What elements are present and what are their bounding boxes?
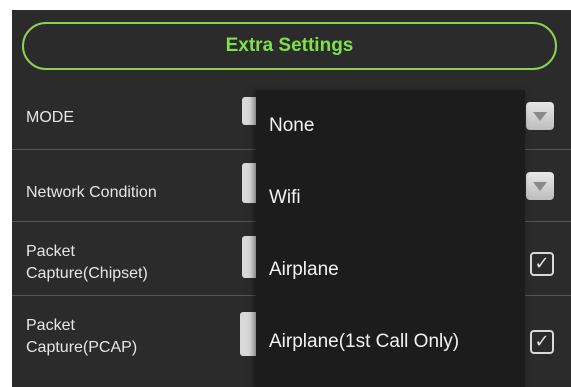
- header-title: Extra Settings: [225, 35, 354, 56]
- screen: Extra Settings MODE Network Condition Pa…: [0, 0, 571, 387]
- packet-capture-pcap-checkbox[interactable]: ✓: [530, 330, 554, 354]
- mode-dropdown-menu: None Wifi Airplane Airplane(1st Call Onl…: [256, 90, 525, 387]
- chevron-down-icon: [533, 181, 547, 191]
- dropdown-option-wifi[interactable]: Wifi: [256, 162, 525, 234]
- extra-settings-header: Extra Settings: [22, 22, 557, 70]
- packet-capture-pcap-label-line1: Packet: [26, 317, 75, 334]
- chevron-down-icon: [533, 111, 547, 121]
- packet-capture-pcap-field[interactable]: [240, 312, 256, 356]
- network-condition-dropdown-button[interactable]: [526, 172, 554, 200]
- dropdown-option-airplane[interactable]: Airplane: [256, 234, 525, 306]
- dropdown-option-none[interactable]: None: [256, 90, 525, 162]
- network-condition-label: Network Condition: [26, 184, 157, 201]
- packet-capture-pcap-label-line2: Capture(PCAP): [26, 339, 138, 356]
- mode-label: MODE: [26, 109, 74, 126]
- packet-capture-chipset-checkbox[interactable]: ✓: [530, 252, 554, 276]
- packet-capture-chipset-label-line1: Packet: [26, 243, 75, 260]
- mode-dropdown-button[interactable]: [526, 102, 554, 130]
- packet-capture-chipset-label-line2: Capture(Chipset): [26, 265, 148, 282]
- dropdown-option-airplane-1st-call-only[interactable]: Airplane(1st Call Only): [256, 306, 525, 378]
